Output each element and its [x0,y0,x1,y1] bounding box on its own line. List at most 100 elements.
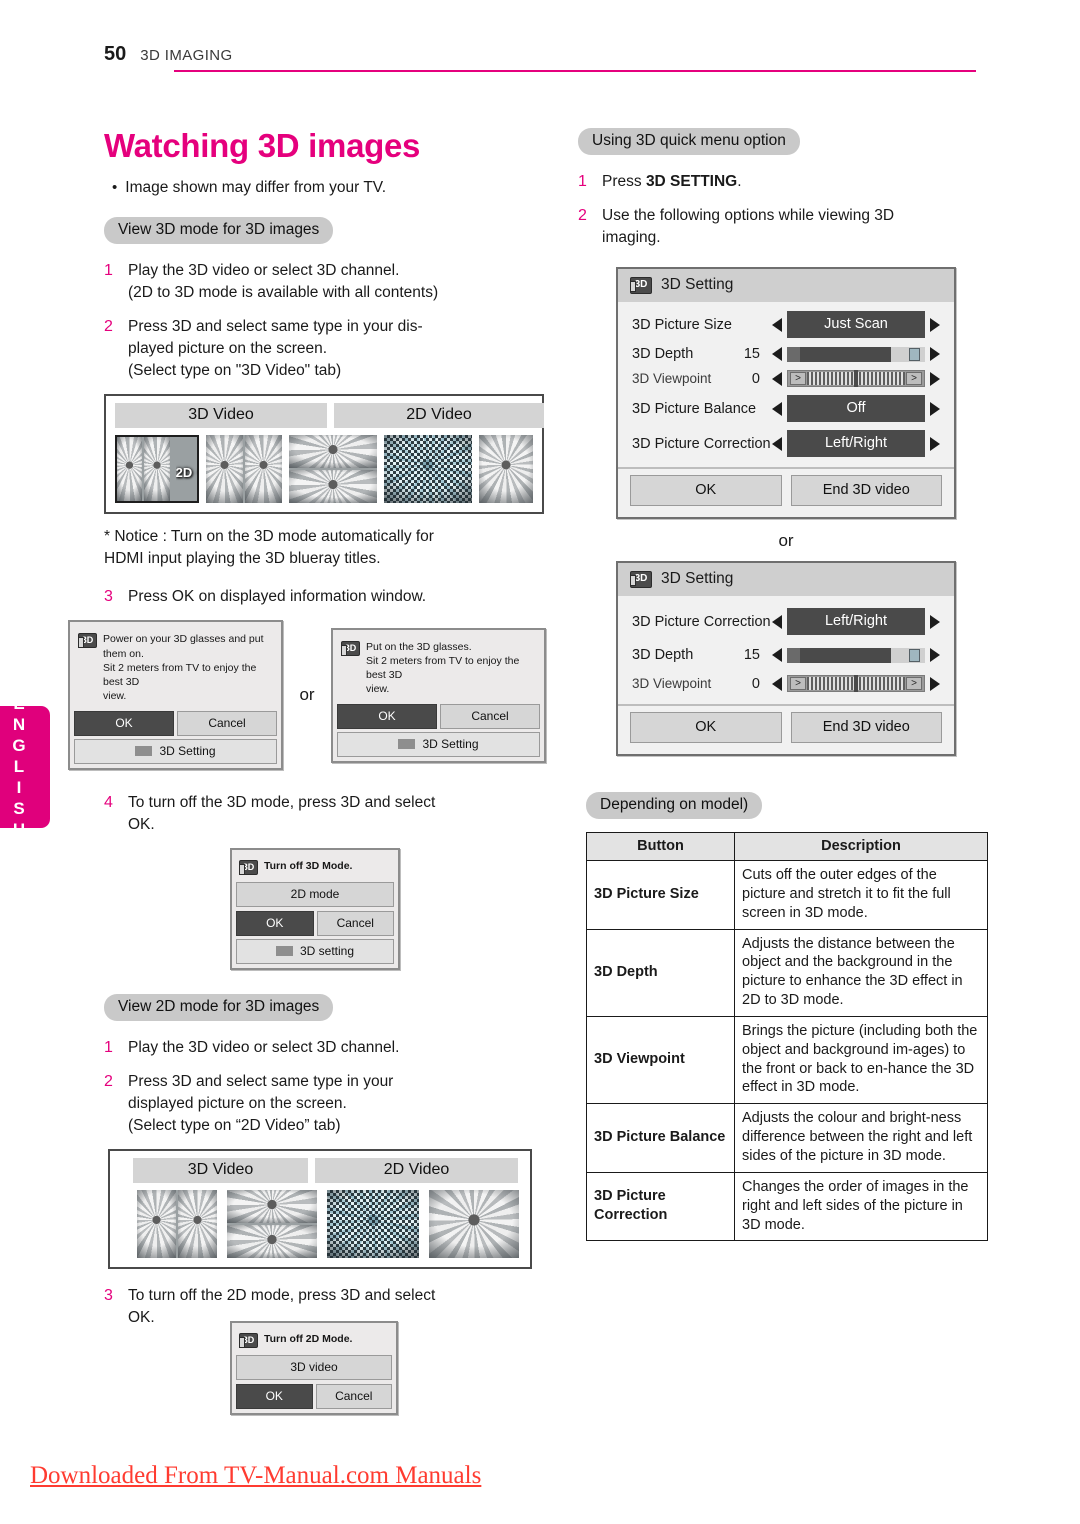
setting-value[interactable]: Off [787,395,925,423]
or-separator-2: or [778,531,794,551]
cell-button: 3D Viewpoint [586,1015,735,1105]
cancel-button[interactable]: Cancel [315,1384,392,1410]
page-number: 50 [104,43,127,65]
3d-setting-button[interactable]: 3D Setting [337,732,540,758]
slider-handle[interactable] [787,346,800,362]
setting-value[interactable]: Left/Right [787,608,925,636]
arrow-right-icon[interactable] [930,347,940,362]
slider-right-cap-icon: > [906,372,922,386]
table-row: 3D Picture Balance Adjusts the colour an… [586,1103,988,1173]
arrow-left-icon[interactable] [772,401,782,416]
depth-slider[interactable] [787,647,925,663]
setting-control[interactable]: Just Scan [772,311,940,339]
thumbnail-side-by-side[interactable] [137,1190,217,1259]
tab-3d-video[interactable]: 3D Video [115,403,327,429]
3d-setting-button[interactable]: 3D setting [236,939,394,965]
step-2-view3d: 2 Press 3D and select same type in your … [104,316,544,382]
depth-slider[interactable] [787,346,925,362]
cell-description: Changes the order of images in the right… [734,1171,988,1242]
cell-description: Cuts off the outer edges of the picture … [734,860,988,930]
setting-value-number: 0 [751,370,760,387]
tab-2d-video[interactable]: 2D Video [315,1158,518,1184]
ok-button[interactable]: OK [236,911,314,937]
arrow-left-icon[interactable] [772,347,782,362]
language-tab-label: ENGLISH [9,693,29,841]
right-column: Using 3D quick menu option 1 Press 3D SE… [578,128,996,1242]
3d-setting-button[interactable]: 3D Setting [74,739,277,765]
2d-mode-button[interactable]: 2D mode [236,882,394,908]
thumbnail-checkerboard[interactable] [384,435,472,504]
setting-control[interactable]: > > [772,370,940,388]
cancel-button[interactable]: Cancel [177,711,277,737]
viewpoint-slider[interactable]: > > [787,370,925,388]
setting-control[interactable]: Left/Right [772,608,940,636]
arrow-right-icon[interactable] [930,676,940,691]
arrow-left-icon[interactable] [772,648,782,663]
step-number: 4 [104,794,113,812]
setting-label: 3D Picture Size [632,316,732,333]
3d-icon: 3D [78,633,97,649]
3d-setting-label: 3D setting [299,944,355,959]
thumbnail-2d-to-3d[interactable]: 2D ➜ 3D [115,435,199,504]
glasses-dialog-row: 3D Power on your 3D glasses and put them… [68,620,584,771]
slider-handle[interactable] [787,647,800,663]
setting-control[interactable]: > > [772,675,940,693]
ok-button[interactable]: OK [630,475,782,507]
arrow-left-icon[interactable] [772,676,782,691]
setting-value[interactable]: Left/Right [787,430,925,458]
setting-label: 3D Depth [632,346,694,363]
arrow-right-icon[interactable] [930,436,940,451]
step-2-quickmenu: 2 Use the following options while viewin… [578,205,996,249]
page-title: Watching 3D images [104,127,421,164]
thumbnail-2d-normal[interactable] [479,435,533,504]
setting-control[interactable]: Off [772,395,940,423]
setting-value[interactable]: Just Scan [787,311,925,339]
ok-button[interactable]: OK [630,712,782,744]
setting-label: 3D Picture Correction [632,435,771,452]
dialog-button-row: OK Cancel [236,911,394,937]
arrow-left-icon[interactable] [772,371,782,386]
step-text-pre: Press [602,172,646,190]
setting-value-number: 0 [751,675,760,692]
thumbnail-top-bottom[interactable] [289,435,377,504]
viewpoint-slider[interactable]: > > [787,675,925,693]
panel-header: 3D 3D Setting [618,269,954,303]
arrow-right-icon[interactable] [930,317,940,332]
arrow-right-icon[interactable] [930,371,940,386]
end-3d-video-button[interactable]: End 3D video [790,475,942,507]
setting-row-viewpoint: 3D Viewpoint 0 > > [632,370,940,388]
setting-control[interactable] [772,647,940,663]
cancel-button[interactable]: Cancel [440,704,540,730]
arrow-right-icon[interactable] [930,614,940,629]
setting-control[interactable] [772,346,940,362]
arrow-right-icon[interactable] [930,648,940,663]
ok-button[interactable]: OK [236,1384,313,1410]
tab-2d-video[interactable]: 2D Video [334,403,544,429]
setting-control[interactable]: Left/Right [772,430,940,458]
section-pill-view-3d: View 3D mode for 3D images [104,217,334,245]
page-header: 50 3D IMAGING [104,44,976,64]
step-1-view2d: 1 Play the 3D video or select 3D channel… [104,1037,544,1059]
arrow-left-icon[interactable] [772,317,782,332]
end-3d-video-button[interactable]: End 3D video [790,712,942,744]
thumbnail-side-by-side[interactable] [206,435,282,504]
manual-page: 50 3D IMAGING ENGLISH Watching 3D images… [0,0,1080,1524]
ok-button[interactable]: OK [74,711,174,737]
arrow-left-icon[interactable] [772,614,782,629]
arrow-right-icon[interactable] [930,401,940,416]
cancel-button[interactable]: Cancel [316,911,394,937]
slider-fill [800,647,892,663]
arrow-left-icon[interactable] [772,436,782,451]
ok-button[interactable]: OK [337,704,437,730]
3d-setting-panel-1: 3D 3D Setting 3D Picture Size Just Scan … [616,267,956,520]
thumbnail-2d-normal[interactable] [429,1190,519,1259]
section-pill-quick-menu: Using 3D quick menu option [578,128,800,155]
tab-3d-video[interactable]: 3D Video [133,1158,308,1184]
setting-value-number: 15 [743,346,760,363]
thumbnail-top-bottom[interactable] [227,1190,317,1259]
3d-video-button[interactable]: 3D video [236,1355,392,1381]
slider-left-cap-icon: > [790,677,806,691]
thumbnail-checkerboard[interactable] [327,1190,419,1259]
step-4-view3d: 4 To turn off the 3D mode, press 3D and … [104,792,544,836]
badge-left-label: 2D [175,464,193,480]
